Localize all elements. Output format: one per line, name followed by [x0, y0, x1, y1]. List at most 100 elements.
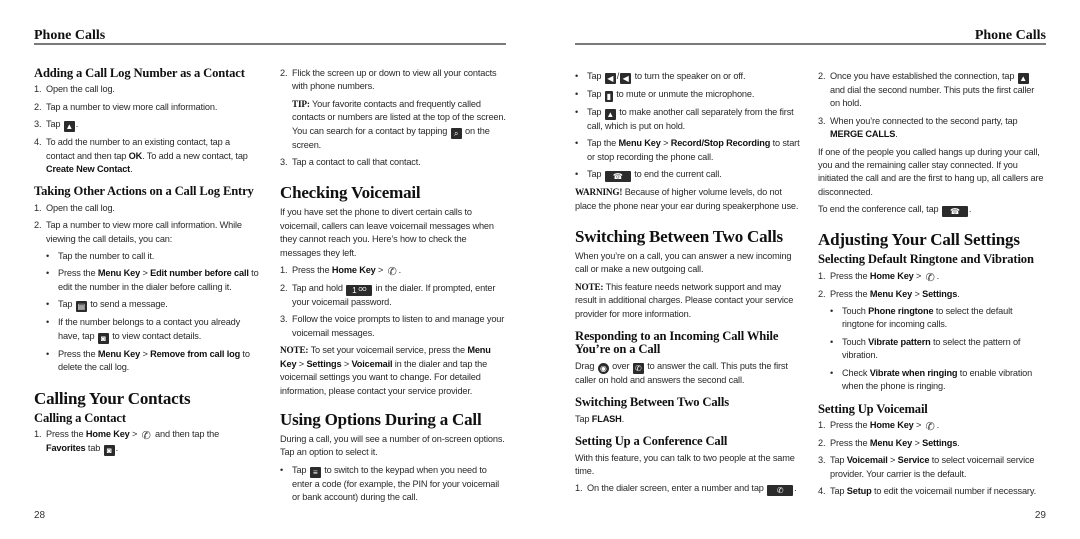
phone-icon: ✆ — [925, 271, 935, 284]
bullet-icon: • — [830, 336, 834, 347]
list-item: 2. Flick the screen up or down to view al… — [280, 68, 497, 92]
speaker-on-icon: ◀ — [604, 73, 616, 84]
list-item: 1. Press the Home Key > ✆. — [818, 419, 940, 433]
left-page: Phone Calls Adding a Call Log Number as … — [0, 0, 540, 539]
list-item: 1. Press the Home Key > ✆ and then tap th… — [34, 428, 220, 456]
bullet-icon: • — [575, 169, 579, 180]
bullet-item: • Tap the Menu Key > Record/Stop Recordin… — [575, 138, 800, 162]
switching-note: NOTE: This feature needs network support… — [575, 281, 794, 319]
header-rule-left — [34, 43, 506, 45]
list-item: 3. Tap a contact to call that contact. — [280, 157, 421, 168]
bullet-item: • Tap ▮ to mute or unmute the microphone. — [575, 89, 755, 102]
section-heading-other-actions: Taking Other Actions on a Call Log Entry — [34, 184, 254, 199]
section-heading-ringtone-vibration: Selecting Default Ringtone and Vibration — [818, 252, 1034, 267]
keypad-icon: ≡ — [309, 466, 321, 478]
bullet-item: • Tap the number to call it. — [34, 250, 260, 263]
header-rule-right — [575, 43, 1046, 45]
switching-flash-text: Tap FLASH. — [575, 413, 625, 424]
bullet-icon: • — [575, 89, 579, 99]
left-column-2: 2. Flick the screen up or down to view al… — [280, 67, 506, 509]
list-item: 2. Tap a number to view more call informa… — [34, 220, 242, 244]
bullet-item: • If the number belongs to a contact you … — [46, 317, 241, 344]
section-heading-checking-voicemail: Checking Voicemail — [280, 183, 421, 203]
responding-text: Drag ◉ over ✆ to answer the call. This p… — [575, 360, 788, 385]
right-column-2: 2. Once you have established the connecti… — [818, 70, 1046, 503]
options-intro: During a call, you will see a number of … — [280, 433, 505, 458]
page-number-left: 28 — [34, 510, 46, 521]
right-page: Phone Calls • Tap ◀ / ◀ to turn the speaker… — [540, 0, 1080, 539]
list-item: 3. When you’re connected to the second pa… — [818, 115, 1018, 140]
list-item: 1. Open the call log. — [34, 202, 115, 213]
list-item: 3. Tap ▲. — [34, 119, 79, 133]
bullet-item: • Press the Menu Key > Edit number before… — [46, 268, 259, 292]
section-heading-setting-up-voicemail: Setting Up Voicemail — [818, 401, 928, 416]
left-column-1: Adding a Call Log Number as a Contact 1.… — [34, 66, 260, 460]
search-icon: ⌕ — [450, 127, 462, 139]
list-item: 4. Tap Setup to edit the voicemail number… — [818, 486, 1036, 497]
answer-target-icon: ✆ — [632, 362, 644, 374]
bullet-icon: • — [575, 107, 579, 117]
section-heading-adding-call-log: Adding a Call Log Number as a Contact — [34, 66, 245, 80]
switching-intro: When you’re on a call, you can answer a … — [575, 251, 792, 275]
speaker-off-icon: ◀ — [620, 73, 632, 84]
add-call-icon: ▲ — [1017, 73, 1029, 84]
bullet-item: • Tap ☎ to end the current call. — [575, 169, 722, 183]
bullet-item: • Press the Menu Key > Remove from call l… — [46, 348, 250, 373]
list-item: 4. To add the number to an existing conta… — [34, 137, 248, 175]
message-icon: ▤ — [75, 301, 87, 313]
list-item: 2. Tap and hold 1 ᴼᴼ in the dialer. If pr… — [280, 283, 496, 308]
running-head-right: Phone Calls — [974, 28, 1046, 43]
section-heading-responding-incoming: Responding to an Incoming Call While You… — [575, 329, 779, 357]
mute-icon: ▮ — [604, 91, 613, 102]
bullet-item: • Check Vibrate when ringing to enable vi… — [830, 367, 1033, 392]
tip-note: TIP: Your favorite contacts and frequent… — [292, 98, 506, 150]
bullet-icon: • — [575, 71, 579, 81]
bullet-item: • Tap ≡ to switch to the keypad when you … — [280, 464, 500, 503]
add-call-icon: ▲ — [604, 109, 616, 120]
conference-end: To end the conference call, tap ☎. — [818, 204, 972, 218]
section-heading-adjust-settings: Adjusting Your Call Settings — [818, 230, 1020, 250]
page-number-right: 29 — [1034, 510, 1046, 521]
list-item: 1. Press the Home Key > ✆. — [818, 270, 940, 284]
answer-handle-icon: ◉ — [597, 362, 609, 374]
section-heading-calling-a-contact: Calling a Contact — [34, 410, 126, 425]
voicemail-note: NOTE: To set your voicemail service, pre… — [280, 345, 491, 396]
bullet-item: • Touch Phone ringtone to select the defa… — [830, 306, 1013, 330]
bullet-item: • Tap ◀ / ◀ to turn the speaker on or off. — [575, 71, 746, 84]
phone-icon: ✆ — [141, 429, 151, 442]
section-heading-calling-contacts: Calling Your Contacts — [34, 388, 191, 408]
section-heading-options-during-call: Using Options During a Call — [280, 409, 482, 429]
contact-details-icon: ◙ — [97, 332, 109, 344]
list-item: 3. Tap Voicemail > Service to select voic… — [818, 455, 1035, 479]
list-item: 1. On the dialer screen, enter a number a… — [575, 483, 797, 497]
voicemail-key-1-icon: 1 ᴼᴼ — [346, 285, 373, 297]
list-item: 2. Press the Menu Key > Settings. — [818, 437, 960, 448]
phone-icon: ✆ — [387, 266, 397, 279]
end-call-icon: ☎ — [941, 206, 968, 218]
conference-intro: With this feature, you can talk to two p… — [575, 452, 795, 476]
right-column-1: • Tap ◀ / ◀ to turn the speaker on or off. … — [575, 70, 803, 500]
bullet-icon: • — [46, 268, 50, 279]
bullet-item: • Tap ▤ to send a message. — [46, 299, 168, 313]
add-contact-icon: ▲ — [63, 121, 75, 133]
bullet-icon: • — [280, 464, 284, 475]
bullet-item: • Touch Vibrate pattern to select the pat… — [830, 336, 1021, 361]
bullet-icon: • — [46, 299, 50, 310]
bullet-icon: • — [46, 348, 50, 359]
voicemail-intro: If you have set the phone to divert cert… — [280, 207, 494, 258]
bullet-icon: • — [830, 306, 834, 317]
list-item: 2. Once you have established the connecti… — [818, 71, 1035, 109]
list-item: 2. Press the Menu Key > Settings. — [818, 288, 960, 299]
warning-note: WARNING! Because of higher volume levels… — [575, 187, 799, 211]
conference-para: If one of the people you called hangs up… — [818, 146, 1044, 197]
dial-icon: ✆ — [767, 485, 794, 497]
list-item: 2. Tap a number to view more call informa… — [34, 101, 218, 112]
favorites-icon: ◙ — [103, 444, 115, 456]
list-item: 1. Open the call log. — [34, 84, 115, 95]
tip-label: TIP: — [292, 98, 310, 109]
section-heading-switching-calls: Switching Between Two Calls — [575, 227, 783, 247]
bullet-icon: • — [830, 367, 834, 378]
section-heading-conference-call: Setting Up a Conference Call — [575, 434, 728, 449]
list-item: 1. Press the Home Key > ✆. — [280, 265, 402, 279]
phone-icon: ✆ — [925, 420, 935, 433]
